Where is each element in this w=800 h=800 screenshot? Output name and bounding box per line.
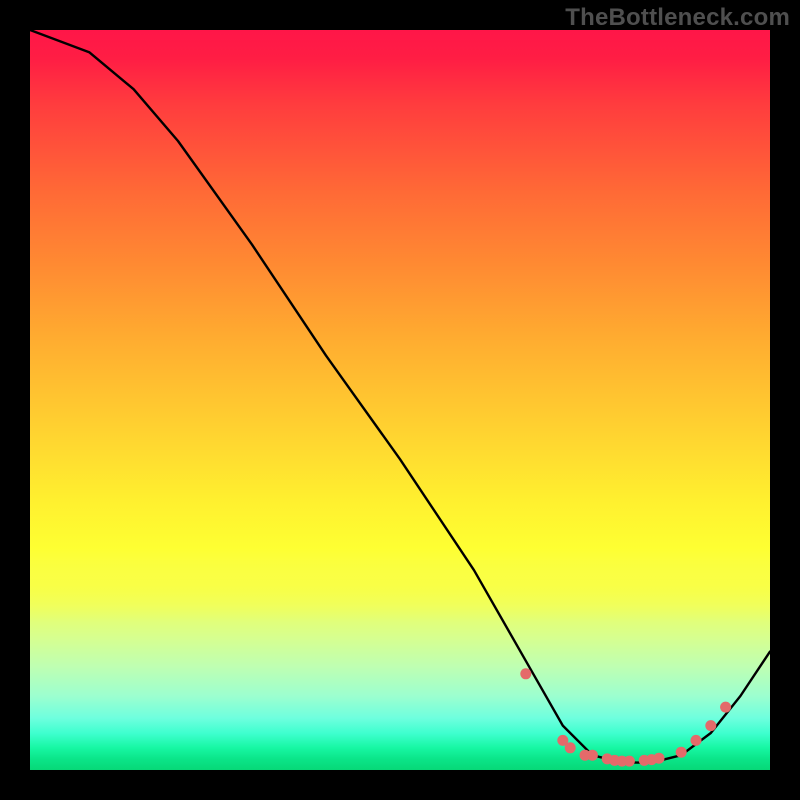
watermark-text: TheBottleneck.com — [565, 4, 790, 32]
curve-group — [30, 30, 770, 763]
marker-dot — [565, 742, 576, 753]
marker-dot — [624, 756, 635, 767]
marker-dot — [691, 735, 702, 746]
marker-dot — [587, 750, 598, 761]
marker-dot — [705, 720, 716, 731]
chart-frame: TheBottleneck.com — [0, 0, 800, 800]
chart-svg — [30, 30, 770, 770]
curve-markers — [520, 668, 731, 766]
bottleneck-curve — [30, 30, 770, 763]
marker-dot — [654, 753, 665, 764]
marker-dot — [720, 702, 731, 713]
marker-dot — [520, 668, 531, 679]
plot-area — [30, 30, 770, 770]
marker-dot — [676, 747, 687, 758]
